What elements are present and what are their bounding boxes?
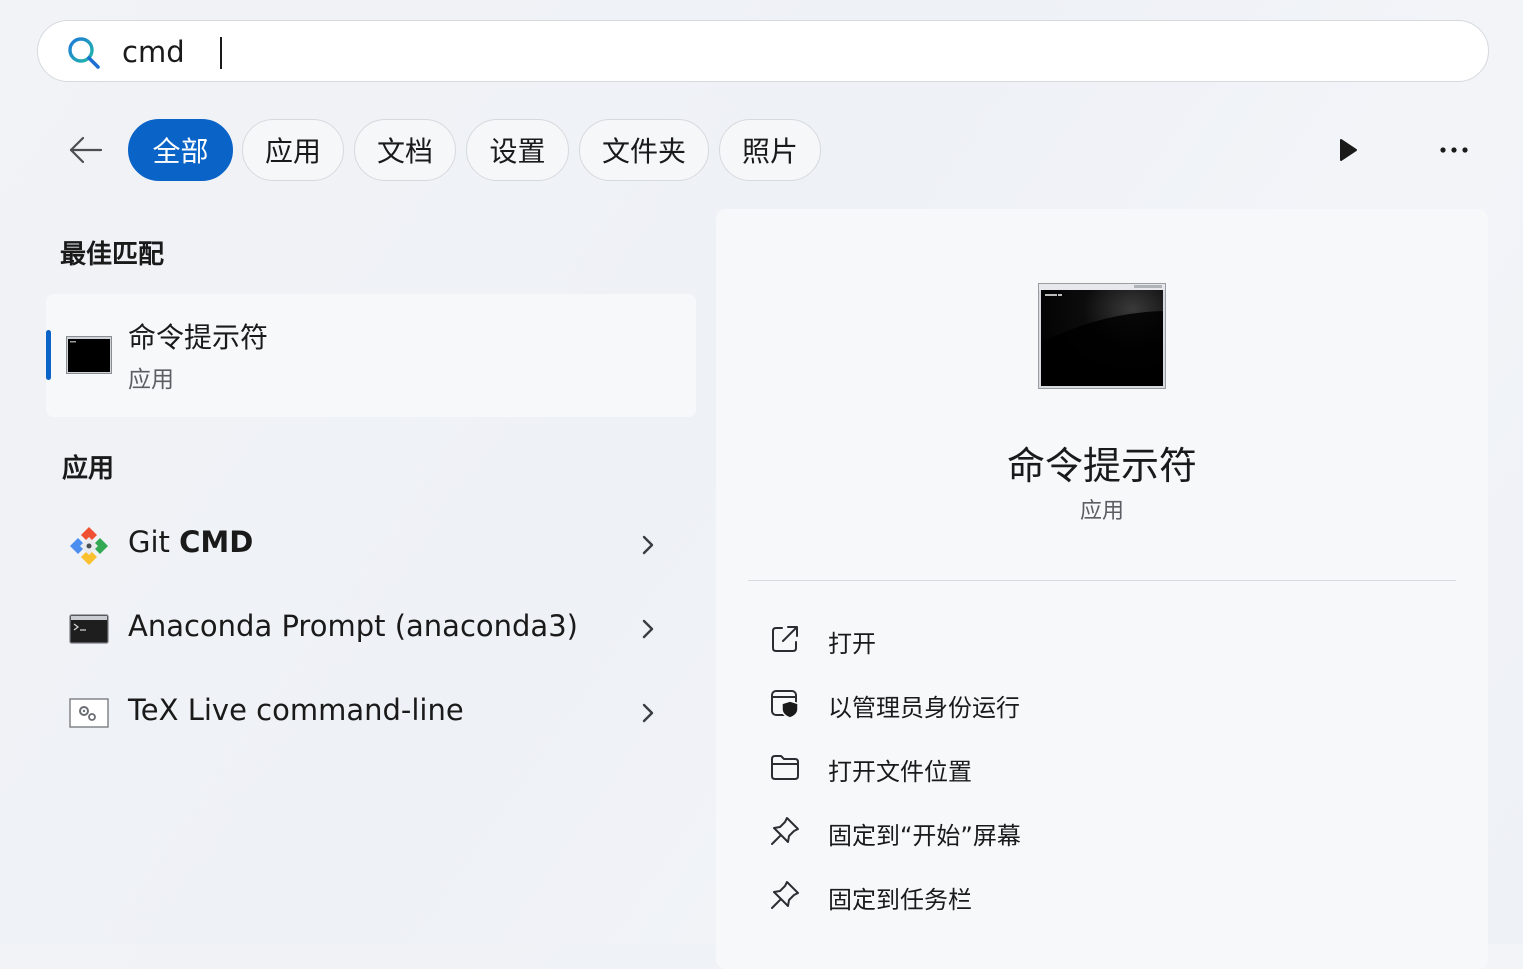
best-match-heading: 最佳匹配 [60, 240, 165, 270]
git-icon [70, 527, 108, 565]
detail-subtitle: 应用 [1079, 499, 1124, 524]
arrow-left-icon [69, 136, 103, 164]
command-prompt-icon [66, 336, 112, 374]
divider [748, 580, 1456, 581]
admin-shield-icon [771, 690, 799, 719]
app-item-label: Anaconda Prompt (anaconda3) [128, 609, 578, 643]
action-label: 固定到任务栏 [828, 886, 972, 914]
folder-icon [771, 755, 799, 780]
more-options-button[interactable] [1430, 130, 1478, 170]
action-label: 打开 [828, 630, 876, 658]
play-button[interactable] [1328, 130, 1368, 170]
app-name-prefix: Git [128, 525, 180, 559]
chevron-right-icon[interactable] [636, 531, 660, 559]
action-label: 固定到“开始”屏幕 [828, 822, 1021, 850]
best-match-result[interactable]: 命令提示符 应用 [46, 294, 696, 417]
search-icon [68, 37, 100, 69]
app-item-tex-live[interactable]: TeX Live command-line [46, 673, 696, 753]
back-button[interactable] [62, 128, 110, 172]
action-label: 以管理员身份运行 [828, 694, 1020, 722]
app-item-label: Git CMD [128, 525, 253, 559]
filter-chip-all[interactable]: 全部 [128, 119, 233, 181]
detail-title: 命令提示符 [1006, 444, 1197, 488]
filter-chip-settings[interactable]: 设置 [466, 119, 569, 181]
action-run-as-admin[interactable]: 以管理员身份运行 [748, 676, 1448, 730]
best-match-subtitle: 应用 [128, 367, 174, 393]
command-prompt-icon [1038, 283, 1166, 389]
pin-icon [771, 817, 799, 845]
app-item-label: TeX Live command-line [128, 693, 464, 727]
action-pin-to-start[interactable]: 固定到“开始”屏幕 [748, 804, 1448, 858]
action-open[interactable]: 打开 [748, 612, 1448, 666]
search-input[interactable] [122, 33, 1422, 71]
play-icon [1340, 139, 1357, 161]
chevron-right-icon[interactable] [636, 615, 660, 643]
app-item-anaconda-prompt[interactable]: Anaconda Prompt (anaconda3) [46, 589, 696, 669]
open-external-icon [772, 626, 798, 652]
best-match-title: 命令提示符 [128, 321, 269, 354]
action-open-file-location[interactable]: 打开文件位置 [748, 740, 1448, 794]
filter-chip-photos[interactable]: 照片 [719, 119, 821, 181]
apps-heading: 应用 [62, 454, 115, 484]
action-label: 打开文件位置 [828, 758, 972, 786]
pin-icon [771, 881, 799, 909]
text-caret [220, 37, 222, 69]
action-pin-to-taskbar[interactable]: 固定到任务栏 [748, 868, 1448, 922]
tex-live-icon [69, 698, 109, 728]
detail-panel: 命令提示符 应用 打开 以管理员身份运行 打开文件位置 固定到“开始”屏幕 固定… [716, 209, 1488, 969]
anaconda-prompt-icon [69, 614, 109, 644]
selection-indicator [46, 330, 51, 380]
chevron-right-icon[interactable] [636, 699, 660, 727]
filter-chip-documents[interactable]: 文档 [354, 119, 456, 181]
app-name-match: CMD [179, 525, 254, 559]
search-bar[interactable] [37, 20, 1489, 82]
filter-chip-apps[interactable]: 应用 [242, 119, 344, 181]
filter-chip-folders[interactable]: 文件夹 [579, 119, 709, 181]
app-item-git-cmd[interactable]: Git CMD [46, 505, 696, 585]
more-dots-icon [1440, 147, 1468, 153]
